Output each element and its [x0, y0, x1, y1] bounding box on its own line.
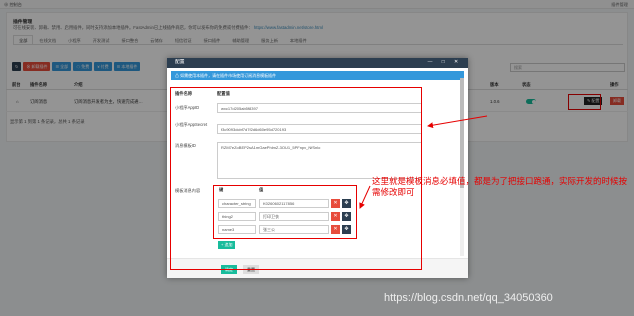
- watermark: https://blog.csdn.net/qq_34050360: [384, 292, 553, 304]
- info-alert: ⚠ 如需使用本插件，请在插件市场使用订阅消息模板插件: [171, 71, 464, 80]
- window-controls-icon[interactable]: — □ ✕: [428, 58, 462, 68]
- annotation-text: 这里就是模板消息必填值，都是为了把接口跑通，实际开发的时候按需修改即可: [372, 176, 628, 197]
- modal-title: 配置: [175, 60, 185, 65]
- scrollbar-thumb[interactable]: [460, 78, 464, 188]
- modal-scrollbar[interactable]: [460, 78, 464, 256]
- modal-header: 配置 — □ ✕: [167, 58, 468, 68]
- template-highlight-box: [213, 185, 357, 239]
